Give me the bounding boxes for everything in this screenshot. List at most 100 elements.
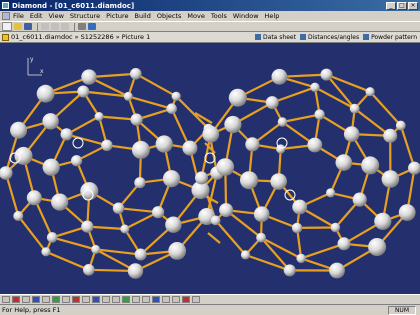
atom[interactable] (337, 237, 351, 251)
atom[interactable] (240, 250, 251, 260)
atom[interactable] (291, 222, 303, 234)
menu-build[interactable]: Build (135, 12, 151, 20)
new-icon[interactable] (2, 22, 12, 31)
atom[interactable] (408, 161, 420, 175)
menu-objects[interactable]: Objects (157, 12, 182, 20)
atom[interactable] (127, 263, 144, 279)
structure-canvas[interactable]: y x (0, 43, 420, 294)
tool-icon[interactable] (32, 296, 40, 303)
document-icon[interactable] (2, 12, 10, 20)
tool-icon[interactable] (122, 296, 130, 303)
atom[interactable] (265, 96, 279, 110)
atom[interactable] (51, 193, 69, 211)
data-sheet-link[interactable]: Data sheet (255, 34, 296, 41)
breadcrumb-picture[interactable]: Picture 1 (122, 33, 151, 41)
atom[interactable] (270, 173, 288, 190)
cut-icon[interactable] (41, 23, 49, 30)
atom[interactable] (42, 158, 60, 176)
atom[interactable] (307, 137, 323, 153)
atom[interactable] (94, 112, 104, 121)
atom[interactable] (224, 115, 242, 134)
atom[interactable] (80, 182, 99, 201)
atom[interactable] (171, 91, 181, 101)
close-icon[interactable]: × (408, 1, 418, 10)
atom[interactable] (202, 125, 220, 143)
paste-icon[interactable] (61, 23, 69, 30)
menu-structure[interactable]: Structure (70, 12, 100, 20)
atom[interactable] (166, 103, 177, 114)
atom[interactable] (195, 171, 208, 185)
atom[interactable] (253, 206, 270, 222)
atom[interactable] (210, 215, 221, 226)
atom[interactable] (361, 156, 380, 175)
atom[interactable] (13, 211, 24, 221)
bond[interactable] (207, 232, 221, 244)
atom[interactable] (335, 154, 353, 171)
atom[interactable] (120, 224, 130, 234)
atom[interactable] (42, 113, 59, 130)
atom[interactable] (343, 126, 360, 142)
atom[interactable] (36, 84, 55, 103)
bond[interactable] (281, 113, 321, 124)
tool-icon[interactable] (92, 296, 100, 303)
atom[interactable] (383, 128, 398, 143)
atom[interactable] (310, 82, 320, 92)
atom[interactable] (81, 69, 97, 85)
bond[interactable] (369, 90, 402, 127)
bond[interactable] (300, 242, 346, 260)
tool-icon[interactable] (72, 296, 80, 303)
atom[interactable] (283, 264, 296, 277)
bond[interactable] (260, 236, 303, 260)
atom[interactable] (83, 264, 95, 276)
atom[interactable] (134, 177, 146, 189)
atom[interactable] (296, 253, 306, 264)
tool-icon[interactable] (112, 296, 120, 303)
atom[interactable] (46, 232, 58, 243)
bond[interactable] (134, 72, 178, 98)
tool-icon[interactable] (102, 296, 110, 303)
tool-icon[interactable] (62, 296, 70, 303)
atom[interactable] (381, 170, 400, 188)
bond[interactable] (51, 236, 97, 251)
atom[interactable] (329, 262, 345, 279)
atom[interactable] (219, 203, 234, 218)
atom[interactable] (162, 170, 181, 188)
tool-icon[interactable] (22, 296, 30, 303)
menu-help[interactable]: Help (265, 12, 280, 20)
tool-icon[interactable] (152, 296, 160, 303)
bond[interactable] (17, 214, 48, 253)
atom[interactable] (374, 212, 392, 230)
breadcrumb-structure[interactable]: S1252286 (81, 33, 114, 41)
atom[interactable] (326, 188, 336, 198)
tool-icon[interactable] (172, 296, 180, 303)
atom[interactable] (240, 171, 258, 190)
atom[interactable] (60, 128, 73, 141)
atom[interactable] (349, 103, 360, 114)
atom[interactable] (165, 216, 182, 233)
molecule-view[interactable]: y x (0, 43, 420, 294)
copy-icon[interactable] (51, 23, 59, 30)
bond[interactable] (214, 219, 247, 256)
maximize-icon[interactable]: □ (397, 1, 407, 10)
atom[interactable] (228, 88, 247, 107)
tool-icon[interactable] (162, 296, 170, 303)
atom[interactable] (134, 248, 147, 261)
atom[interactable] (320, 68, 333, 81)
distances-angles-link[interactable]: Distances/angles (299, 34, 359, 41)
help-icon[interactable] (88, 23, 96, 30)
menu-tools[interactable]: Tools (211, 12, 227, 20)
atom[interactable] (314, 109, 325, 120)
atom[interactable] (91, 244, 101, 254)
atom[interactable] (41, 247, 51, 257)
atom[interactable] (168, 242, 187, 260)
bond[interactable] (127, 95, 173, 110)
menu-move[interactable]: Move (187, 12, 204, 20)
print-icon[interactable] (78, 23, 86, 30)
atom[interactable] (10, 121, 28, 139)
atom[interactable] (398, 204, 416, 221)
menu-picture[interactable]: Picture (106, 12, 128, 20)
save-icon[interactable] (24, 23, 32, 30)
open-icon[interactable] (14, 23, 22, 30)
atom[interactable] (330, 222, 341, 233)
breadcrumb-document[interactable]: 01_c6011.diamdoc (11, 33, 73, 41)
